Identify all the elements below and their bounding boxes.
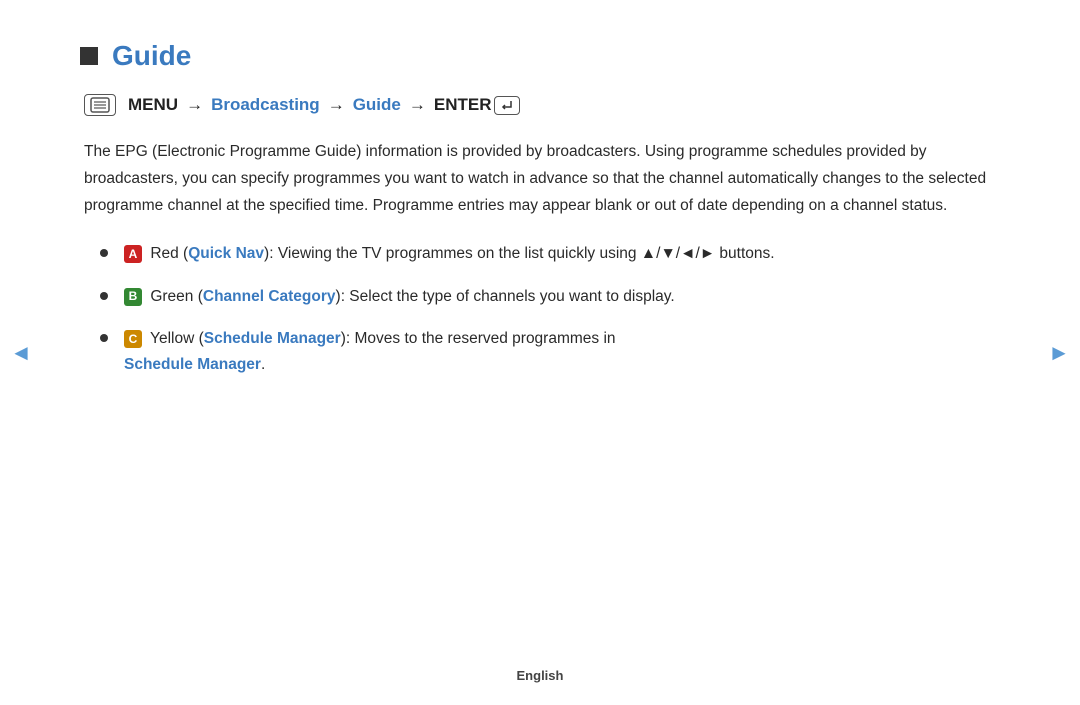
bullet-content-2: B Green (Channel Category): Select the t… xyxy=(124,284,1000,310)
bullet-dot xyxy=(100,249,108,257)
page-title: Guide xyxy=(112,40,191,72)
bullet-desc-3: : Moves to the reserved programmes in xyxy=(346,330,616,347)
quick-nav-link[interactable]: Quick Nav xyxy=(188,245,264,262)
title-row: Guide xyxy=(80,40,1000,72)
color-name-red: Red xyxy=(150,245,178,262)
enter-label: ENTER xyxy=(434,95,520,115)
menu-label: MENU xyxy=(128,95,178,115)
badge-green: B xyxy=(124,288,142,306)
bullet-list: A Red (Quick Nav): Viewing the TV progra… xyxy=(80,241,1000,378)
bullet-content-3: C Yellow (Schedule Manager): Moves to th… xyxy=(124,326,1000,379)
bullet-desc-1: : Viewing the TV programmes on the list … xyxy=(269,245,774,262)
bullet-dot xyxy=(100,334,108,342)
footer-lang: English xyxy=(517,668,564,683)
broadcasting-link[interactable]: Broadcasting xyxy=(211,95,320,115)
page-container: ◄ ► Guide MENU → Broadcasting → Guide → … xyxy=(0,0,1080,705)
bullet-desc-2: : Select the type of channels you want t… xyxy=(341,288,675,305)
right-arrow-icon: ► xyxy=(1048,340,1070,366)
channel-category-link[interactable]: Channel Category xyxy=(203,288,336,305)
enter-icon xyxy=(494,96,520,115)
guide-link[interactable]: Guide xyxy=(353,95,401,115)
title-square-icon xyxy=(80,47,98,65)
list-item: A Red (Quick Nav): Viewing the TV progra… xyxy=(100,241,1000,267)
menu-icon xyxy=(84,94,116,116)
description-text: The EPG (Electronic Programme Guide) inf… xyxy=(80,138,1000,219)
color-name-green: Green xyxy=(150,288,193,305)
nav-arrow-left[interactable]: ◄ xyxy=(10,333,32,373)
schedule-manager-link-2[interactable]: Schedule Manager xyxy=(124,356,261,373)
arrow-sep-1: → xyxy=(186,95,203,115)
list-item: C Yellow (Schedule Manager): Moves to th… xyxy=(100,326,1000,379)
arrow-sep-3: → xyxy=(409,95,426,115)
footer: English xyxy=(0,668,1080,683)
color-name-yellow: Yellow xyxy=(150,330,194,347)
bullet-dot xyxy=(100,292,108,300)
arrow-sep-2: → xyxy=(328,95,345,115)
list-item: B Green (Channel Category): Select the t… xyxy=(100,284,1000,310)
nav-arrow-right[interactable]: ► xyxy=(1048,333,1070,373)
menu-path-row: MENU → Broadcasting → Guide → ENTER xyxy=(80,94,1000,116)
badge-yellow: C xyxy=(124,330,142,348)
left-arrow-icon: ◄ xyxy=(10,340,32,366)
bullet-content-1: A Red (Quick Nav): Viewing the TV progra… xyxy=(124,241,1000,267)
extra-suffix: . xyxy=(261,356,265,373)
badge-red: A xyxy=(124,245,142,263)
schedule-manager-link[interactable]: Schedule Manager xyxy=(204,330,341,347)
